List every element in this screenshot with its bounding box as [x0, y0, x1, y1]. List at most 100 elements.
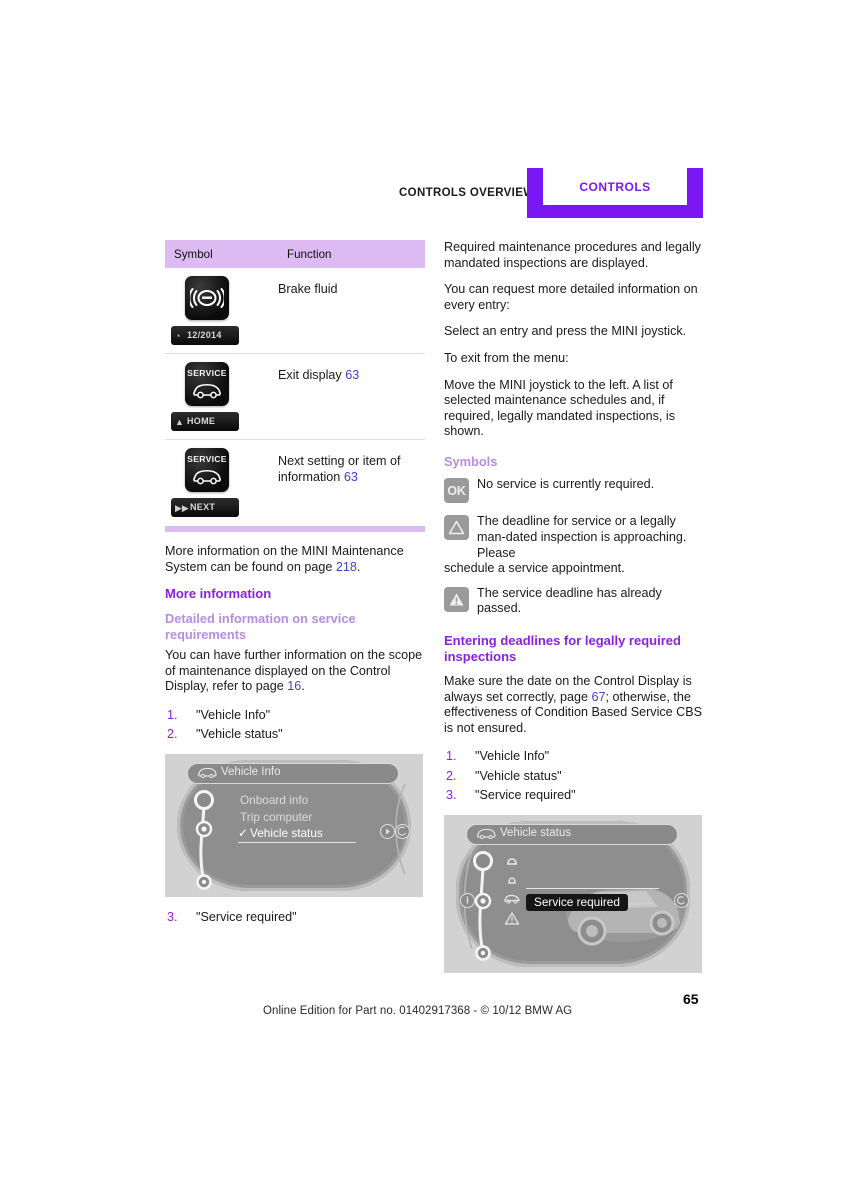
- play-arrow-icon: [386, 828, 390, 835]
- entering-deadlines-heading: Entering deadlines for legally required …: [444, 633, 681, 664]
- function-cell-brake-fluid: Brake fluid: [278, 268, 425, 354]
- table-bottom-rule: [165, 526, 425, 532]
- paragraph-move-joystick: Move the MINI joystick to the left. A li…: [444, 377, 676, 439]
- detailed-information-heading: Detailed information on service requirem…: [165, 611, 356, 642]
- brake-fluid-tile: [185, 276, 229, 320]
- list-item: 2. "Vehicle status": [165, 725, 425, 745]
- display-side-button-right[interactable]: [674, 892, 689, 908]
- page-reference[interactable]: 16: [287, 679, 301, 693]
- table-row: SERVICE ▲ HOME Exit display 63: [165, 353, 425, 440]
- list-item: 1. "Vehicle Info": [444, 747, 704, 767]
- legend-text-remaining: schedule a service appointment.: [444, 561, 625, 576]
- column-header-symbol: Symbol: [165, 240, 278, 268]
- symbol-legend-approaching: The deadline for service or a legally ma…: [444, 514, 704, 576]
- vehicle-icon: [476, 828, 496, 839]
- service-tile-word: SERVICE: [187, 368, 227, 378]
- note-part2: .: [356, 559, 361, 574]
- car-silhouette-icon: [193, 383, 221, 399]
- page-reference[interactable]: 218: [336, 560, 357, 574]
- symbol-legend-passed: The service deadline has already passed.: [444, 586, 704, 617]
- footer-edition-text: Online Edition for Part no. 01402917368 …: [263, 1005, 573, 1017]
- service-tile-word: SERVICE: [187, 454, 227, 464]
- symbol-cell-brake-fluid: ◔ 12/2014: [165, 268, 278, 354]
- more-information-heading: More information: [165, 586, 272, 602]
- steps-list-left: 1. "Vehicle Info" 2. "Vehicle status": [165, 706, 425, 745]
- step-label: "Service required": [196, 909, 297, 924]
- selection-top-rule: [526, 887, 659, 890]
- step-number: 3.: [446, 788, 457, 803]
- brake-fluid-icon: [190, 288, 224, 308]
- symbol-legend-text: The service deadline has already passed.: [477, 585, 662, 616]
- status-icon-column: [504, 858, 521, 925]
- function-label: Exit display: [278, 368, 342, 382]
- brake-fluid-glyph-stack: ◔ 12/2014: [171, 276, 278, 345]
- maintenance-system-note: More information on the MINI Maintenance…: [165, 544, 425, 575]
- symbol-function-table: Symbol Function ◔ 12/2014 Brake fluid SE…: [165, 240, 425, 525]
- warning-triangle-filled-icon: [449, 593, 464, 606]
- function-cell-next-setting: Next setting or item of information 63: [278, 439, 425, 525]
- symbol-cell-exit-display: SERVICE ▲ HOME: [165, 353, 278, 440]
- entering-deadlines-text: Make sure the date on the Control Displa…: [444, 674, 704, 736]
- menu-item-vehicle-status[interactable]: Vehicle status: [250, 826, 323, 840]
- steps-list-left-after-figure: 3. "Service required": [165, 908, 425, 928]
- display-side-button-right-1[interactable]: [380, 823, 395, 839]
- vehicle-icon: [197, 767, 217, 778]
- control-display-figure-vehicle-info: Vehicle Info Onboard info Trip computer …: [165, 753, 423, 897]
- next-strip-label: NEXT: [190, 501, 216, 512]
- table-header-row: Symbol Function: [165, 240, 425, 268]
- page-reference[interactable]: 63: [345, 368, 359, 382]
- paragraph-required-maintenance: Required maintenance procedures and lega…: [444, 240, 701, 270]
- control-display-titlebar: [187, 762, 399, 784]
- fast-forward-icon: ▶▶: [175, 502, 189, 513]
- steps-list-right: 1. "Vehicle Info" 2. "Vehicle status" 3.…: [444, 747, 704, 806]
- list-item: 1. "Vehicle Info": [165, 706, 425, 726]
- paragraph-exit-menu: To exit from the menu:: [444, 350, 569, 365]
- service-car-tile: SERVICE: [185, 448, 229, 492]
- menu-item-checkmark: ✓: [238, 825, 248, 840]
- ok-badge-label: OK: [447, 483, 466, 498]
- warning-triangle-filled-badge: [444, 586, 469, 612]
- service-next-glyph-stack: SERVICE ▶▶ NEXT: [171, 448, 278, 517]
- page-reference[interactable]: 67: [591, 690, 605, 704]
- display-side-button-right-2[interactable]: [395, 823, 410, 839]
- home-strip-label: HOME: [187, 415, 216, 426]
- column-header-function: Function: [278, 240, 425, 268]
- step-label: "Service required": [475, 788, 576, 803]
- symbol-cell-next-setting: SERVICE ▶▶ NEXT: [165, 439, 278, 525]
- page-header: CONTROLS OVERVIEW CONTROLS: [0, 168, 848, 223]
- menu-selection-underline: [238, 841, 356, 844]
- table-row: ◔ 12/2014 Brake fluid: [165, 268, 425, 354]
- step-number: 1.: [446, 749, 457, 764]
- left-column: Symbol Function ◔ 12/2014 Brake fluid SE…: [165, 240, 425, 936]
- page-reference[interactable]: 63: [344, 470, 358, 484]
- info-icon: [466, 896, 469, 904]
- step-number: 2.: [167, 727, 178, 742]
- menu-item-onboard-info[interactable]: Onboard info: [240, 793, 308, 807]
- service-car-tile: SERVICE: [185, 362, 229, 406]
- paragraph-select-entry: Select an entry and press the MINI joyst…: [444, 324, 687, 339]
- table-head: Symbol Function: [165, 240, 425, 268]
- warning-triangle-outline-icon: [448, 521, 465, 535]
- control-display-title: Vehicle status: [500, 826, 571, 839]
- legend-text-first-lines: The deadline for service or a legally ma…: [477, 514, 687, 560]
- display-side-button-left[interactable]: [460, 892, 475, 908]
- paragraph-request-details: You can request more detailed informatio…: [444, 282, 698, 312]
- list-item: 3. "Service required": [444, 786, 704, 806]
- menu-item-trip-computer[interactable]: Trip computer: [240, 810, 312, 824]
- step-number: 1.: [167, 707, 178, 722]
- step-label: "Vehicle status": [196, 727, 283, 742]
- step-label: "Vehicle status": [475, 768, 562, 783]
- selected-entry-box[interactable]: Service required: [526, 893, 628, 911]
- up-triangle-icon: ▲: [175, 416, 184, 427]
- car-silhouette-icon: [193, 469, 221, 485]
- function-cell-exit-display: Exit display 63: [278, 353, 425, 440]
- date-strip: ◔ 12/2014: [171, 326, 239, 345]
- function-label: Next setting or item of information: [278, 454, 401, 484]
- table-body: ◔ 12/2014 Brake fluid SERVICE ▲ HOME Exi…: [165, 268, 425, 525]
- step-label: "Vehicle Info": [196, 707, 271, 722]
- symbol-legend-text: No service is currently required.: [477, 477, 655, 492]
- home-strip: ▲ HOME: [171, 412, 239, 431]
- step-number: 3.: [167, 909, 178, 924]
- note-part1: More information on the MINI Maintenance…: [165, 544, 404, 574]
- page-number: 65: [683, 991, 699, 1007]
